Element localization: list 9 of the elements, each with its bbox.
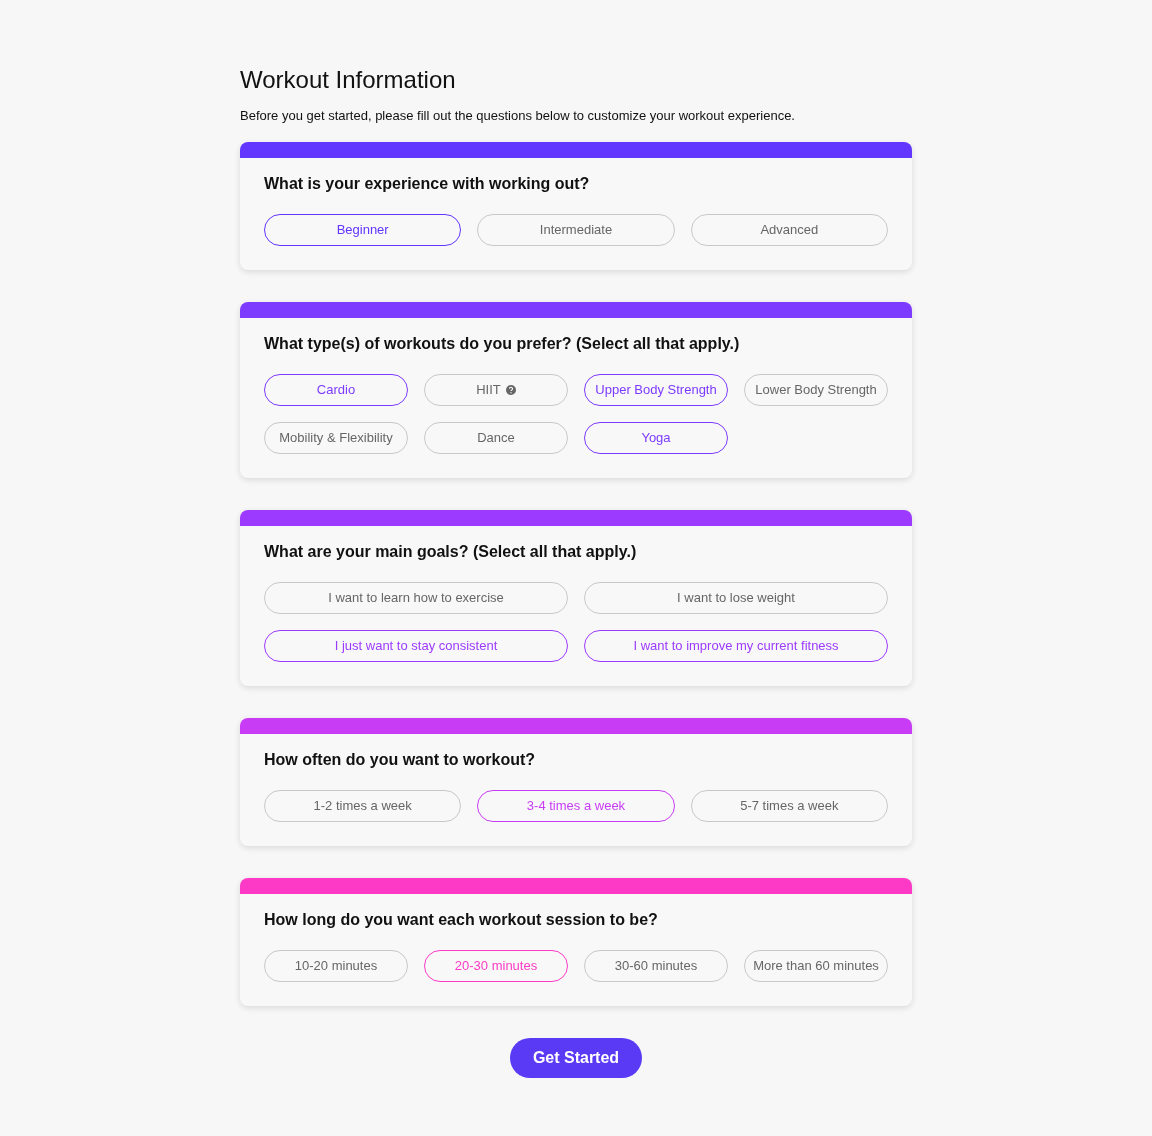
- question-text: How often do you want to workout?: [264, 749, 537, 770]
- page-title: Workout Information: [240, 65, 457, 95]
- question-text: What are your main goals? (Select all that apply.): [264, 541, 638, 562]
- help-icon[interactable]: [505, 384, 516, 395]
- question-text: What is your experience with working out?: [264, 173, 591, 194]
- question-text: What type(s) of workouts do you prefer? (Select all that apply.): [264, 333, 741, 354]
- question-text: How long do you want each workout session to be?: [264, 909, 659, 930]
- intro-text: Before you get started, please fill out the questions below to customize your workout experience.: [240, 107, 796, 125]
- get-started-button[interactable]: Get Started: [509, 1037, 643, 1078]
